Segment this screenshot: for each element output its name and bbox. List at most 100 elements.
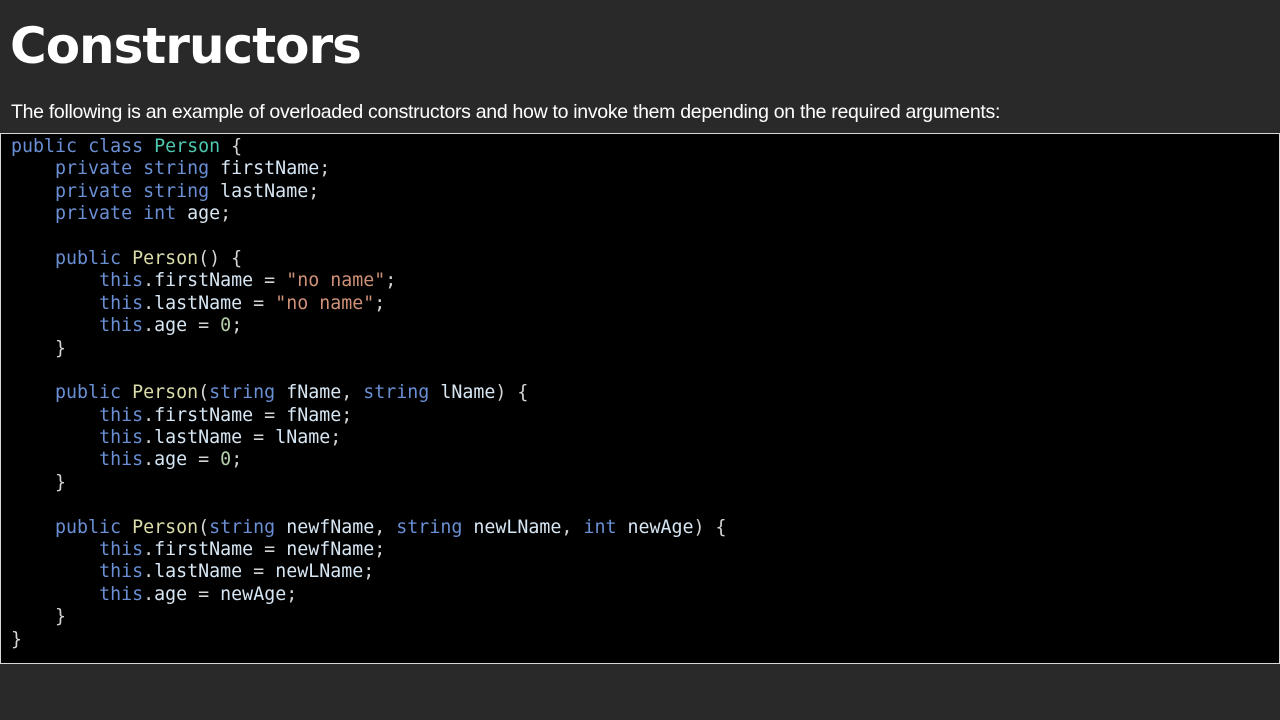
code-punctuation: . xyxy=(143,583,155,605)
code-punctuation xyxy=(275,517,286,538)
code-keyword: public xyxy=(55,247,122,269)
code-keyword: this xyxy=(99,292,144,314)
code-keyword: public xyxy=(55,516,122,538)
code-punctuation: . xyxy=(143,292,155,314)
code-identifier: newAge xyxy=(627,516,694,538)
code-keyword: this xyxy=(99,270,144,292)
code-line: public Person() { xyxy=(11,248,727,270)
code-punctuation xyxy=(176,203,187,224)
intro-text: The following is an example of overloade… xyxy=(11,101,1001,123)
code-line: this.firstName = newfName; xyxy=(11,539,727,561)
code-method-name: Person xyxy=(132,247,199,269)
code-line: this.age = newAge; xyxy=(11,584,727,606)
code-line: } xyxy=(11,629,727,651)
code-punctuation xyxy=(11,293,99,314)
code-number: 0 xyxy=(220,449,232,471)
code-line: public Person(string newfName, string ne… xyxy=(11,517,727,539)
code-punctuation: } xyxy=(11,337,67,359)
code-line: } xyxy=(11,338,727,360)
code-punctuation xyxy=(616,517,627,538)
code-punctuation xyxy=(143,136,154,157)
code-punctuation xyxy=(132,158,143,179)
code-identifier: age xyxy=(154,583,188,605)
code-identifier: lastName xyxy=(154,292,243,314)
code-identifier: newLName xyxy=(473,516,562,538)
code-method-name: Person xyxy=(132,382,199,404)
code-punctuation: ; xyxy=(374,292,386,314)
code-line: private int age; xyxy=(11,203,727,225)
code-punctuation xyxy=(11,539,99,560)
code-punctuation: { xyxy=(220,136,243,157)
code-identifier: lastName xyxy=(154,427,243,449)
code-type: string xyxy=(209,516,276,538)
code-punctuation xyxy=(11,561,99,582)
code-punctuation xyxy=(132,181,143,202)
code-punctuation xyxy=(275,382,286,403)
slide: Constructors The following is an example… xyxy=(0,0,1280,720)
code-block[interactable]: public class Person { private string fir… xyxy=(0,133,1280,664)
code-punctuation: . xyxy=(143,270,155,292)
code-punctuation: ; xyxy=(374,539,386,561)
code-keyword: this xyxy=(99,583,144,605)
code-string: "no name" xyxy=(286,270,386,292)
code-identifier: lastName xyxy=(154,561,243,583)
code-punctuation: ( xyxy=(198,516,210,538)
code-identifier: newAge xyxy=(220,583,287,605)
code-identifier: age xyxy=(187,203,221,225)
code-line: private string lastName; xyxy=(11,181,727,203)
code-line: this.firstName = fName; xyxy=(11,405,727,427)
code-punctuation: = xyxy=(253,404,287,426)
code-line: this.lastName = "no name"; xyxy=(11,293,727,315)
code-line: private string firstName; xyxy=(11,158,727,180)
code-type: string xyxy=(363,382,430,404)
code-string: "no name" xyxy=(275,292,375,314)
code-punctuation: ; xyxy=(330,427,342,449)
code-punctuation xyxy=(11,405,99,426)
code-punctuation: , xyxy=(374,516,397,538)
code-identifier: newfName xyxy=(286,516,375,538)
code-punctuation: } xyxy=(11,471,67,493)
code-keyword: this xyxy=(99,449,144,471)
code-punctuation: . xyxy=(143,404,155,426)
code-identifier: firstName xyxy=(154,270,254,292)
code-punctuation: ; xyxy=(231,449,243,471)
code-punctuation: . xyxy=(143,427,155,449)
code-punctuation: = xyxy=(253,539,287,561)
code-punctuation xyxy=(209,158,220,179)
code-type: int xyxy=(583,516,617,538)
code-type: int xyxy=(143,203,177,225)
code-punctuation: = xyxy=(187,315,221,337)
code-keyword: private xyxy=(55,203,133,225)
code-punctuation xyxy=(11,181,55,202)
code-keyword: private xyxy=(55,180,133,202)
code-punctuation xyxy=(121,248,132,269)
code-identifier: firstName xyxy=(154,404,254,426)
code-identifier: lName xyxy=(440,382,496,404)
code-identifier: newfName xyxy=(286,539,375,561)
code-identifier: fName xyxy=(286,404,342,426)
code-type: string xyxy=(143,158,210,180)
code-punctuation: . xyxy=(143,561,155,583)
code-type: string xyxy=(396,516,463,538)
code-punctuation: ( xyxy=(198,382,210,404)
code-identifier: lastName xyxy=(220,180,309,202)
code-punctuation: = xyxy=(187,449,221,471)
code-line: this.firstName = "no name"; xyxy=(11,270,727,292)
code-line: this.age = 0; xyxy=(11,315,727,337)
code-punctuation xyxy=(121,382,132,403)
code-punctuation: = xyxy=(253,270,287,292)
code-punctuation: , xyxy=(341,382,364,404)
code-punctuation: () { xyxy=(198,247,243,269)
code-keyword: public xyxy=(55,382,122,404)
code-identifier: fName xyxy=(286,382,342,404)
code-punctuation xyxy=(11,315,99,336)
code-punctuation xyxy=(209,181,220,202)
code-line: public class Person { xyxy=(11,136,727,158)
code-line: } xyxy=(11,472,727,494)
code-number: 0 xyxy=(220,315,232,337)
code-punctuation: ; xyxy=(341,404,353,426)
code-punctuation xyxy=(77,136,88,157)
code-identifier: lName xyxy=(275,427,331,449)
code-punctuation: . xyxy=(143,315,155,337)
code-punctuation xyxy=(11,517,55,538)
